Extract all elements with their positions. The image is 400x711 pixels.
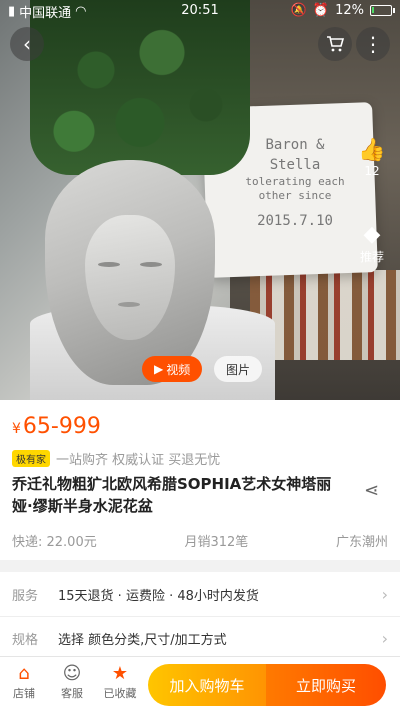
pillow-date: 2015.7.10 [257,213,333,229]
product-title: 乔迁礼物粗犷北欧风希腊SOPHIA艺术女神塔丽娅·缪斯半身水泥花盆 [12,475,332,515]
play-icon: ▶ [154,362,164,376]
service-value: 15天退货 · 运费险 · 48小时内发货 [58,588,259,604]
monthly-sales: 月销312笔 [184,535,249,550]
shipping-fee: 快递: 22.00元 [12,535,97,550]
like-button[interactable]: 👍 12 [352,138,392,178]
cart-button[interactable] [318,27,352,61]
plant-image [30,0,250,175]
battery-percent: 12% [335,3,364,18]
service-row[interactable]: 服务 15天退货 · 运费险 · 48小时内发货 › [0,572,400,616]
buy-now-button[interactable]: 立即购买 [266,664,386,706]
more-button[interactable]: ⋮ [356,27,390,61]
status-bar: ▮ 中国联通 ◠ 20:51 🔕 ⏰ 12% [0,0,400,22]
bottom-action-bar: ⌂ 店铺 ☺ 客服 ★ 已收藏 加入购物车 立即购买 [0,656,400,711]
ship-location: 广东潮州 [335,535,388,550]
product-meta: 快递: 22.00元 月销312笔 广东潮州 [12,531,388,550]
price-value: 65-999 [22,414,101,439]
customer-service-label: 客服 [61,687,83,700]
chat-icon: ☺ [62,663,82,684]
currency-symbol: ¥ [12,421,21,437]
cart-icon [327,36,344,52]
statue-mouth [118,302,140,307]
pillow-line: tolerating each [245,175,345,188]
share-button[interactable]: ⋖ [364,480,379,501]
photo-label: 图片 [226,362,251,377]
mute-icon: 🔕 [290,3,307,18]
thumbs-up-icon: 👍 [358,138,386,163]
shop-label: 店铺 [13,687,35,700]
chevron-right-icon: › [381,584,388,604]
more-vertical-icon: ⋮ [363,32,383,56]
recommend-icon: ◆ [363,222,381,247]
recommend-button[interactable]: ◆ 推荐 [352,222,392,265]
recommend-label: 推荐 [359,250,384,264]
shop-button[interactable]: ⌂ 店铺 [4,663,44,701]
favorite-button[interactable]: ★ 已收藏 [100,663,140,701]
shop-icon: ⌂ [18,663,30,684]
chevron-left-icon: ‹ [23,32,31,56]
alarm-icon: ⏰ [312,3,330,18]
jiyoujia-badge: 极有家 [12,450,50,467]
spec-row[interactable]: 规格 选择 颜色分类,尺寸/加工方式 › [0,616,400,660]
customer-service-button[interactable]: ☺ 客服 [52,663,92,701]
video-label: 视频 [166,362,191,377]
favorite-label: 已收藏 [103,687,137,700]
like-count: 12 [364,164,380,178]
tagline: 极有家 一站购齐 权威认证 买退无忧 [12,449,220,468]
statue-eye [98,262,120,267]
share-icon: ⋖ [364,480,380,501]
price: ¥65-999 [12,414,101,439]
tagline-text: 一站购齐 权威认证 买退无忧 [56,453,221,468]
product-info-card: ¥65-999 极有家 一站购齐 权威认证 买退无忧 乔迁礼物粗犷北欧风希腊SO… [0,400,400,560]
spec-label: 规格 [12,633,39,648]
spec-value: 选择 颜色分类,尺寸/加工方式 [58,633,227,648]
chevron-right-icon: › [381,629,388,648]
battery-icon [370,5,395,16]
photo-tab[interactable]: 图片 [214,356,263,382]
statue-eye [140,262,162,267]
video-tab[interactable]: ▶ 视频 [142,356,203,382]
service-label: 服务 [12,588,39,604]
back-button[interactable]: ‹ [10,27,44,61]
star-icon: ★ [111,663,129,684]
pillow-line: other since [258,189,332,202]
add-to-cart-button[interactable]: 加入购物车 [148,664,266,706]
